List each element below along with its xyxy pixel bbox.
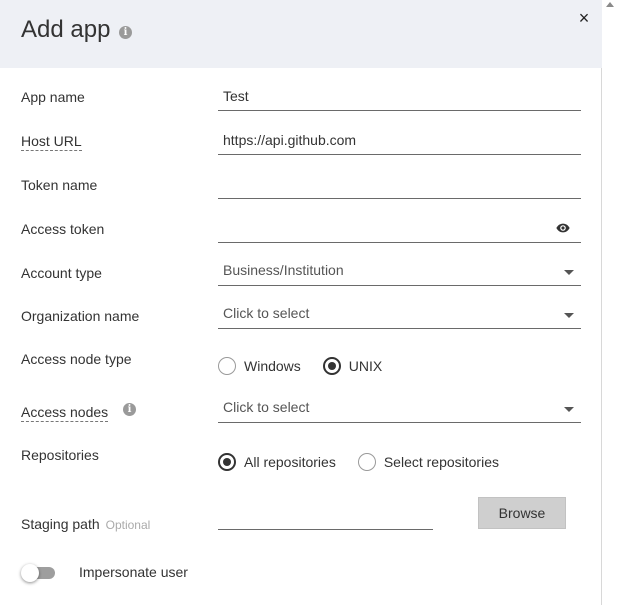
radio-select-repositories-label: Select repositories [383,454,499,470]
organization-name-select[interactable]: Click to select [218,301,581,329]
optional-hint: Optional [105,518,151,532]
chevron-down-icon [564,407,574,412]
info-icon[interactable]: i [119,26,132,39]
organization-name-value: Click to select [223,305,310,321]
toggle-knob[interactable] [21,564,39,582]
radio-windows[interactable]: Windows [218,357,301,375]
staging-path-input[interactable] [218,502,433,528]
radio-select-repositories[interactable]: Select repositories [357,453,499,471]
access-node-type-label: Access node type [21,351,132,367]
radio-unix[interactable]: UNIX [322,357,383,375]
account-type-select[interactable]: Business/Institution [218,258,581,286]
token-name-field[interactable] [218,171,581,199]
app-name-input[interactable] [218,83,581,109]
radio-unix-label: UNIX [348,358,383,374]
scroll-up-arrow-icon[interactable] [606,2,614,7]
info-icon[interactable]: i [123,403,136,416]
account-type-label: Account type [21,265,102,281]
token-name-input[interactable] [218,171,581,197]
token-name-label: Token name [21,177,98,193]
eye-icon[interactable] [556,221,570,235]
close-icon[interactable]: × [574,8,594,28]
repositories-label: Repositories [21,447,99,463]
radio-select-repositories-circle[interactable] [357,453,376,471]
staging-path-field[interactable] [218,502,433,530]
access-nodes-select[interactable]: Click to select [218,395,581,423]
app-name-field[interactable] [218,83,581,111]
add-app-dialog: Add app i × App name Host URL Token name… [0,0,602,605]
access-node-type-radio-group: Windows UNIX [218,356,404,376]
staging-path-label-text: Staging path [21,516,100,532]
access-token-label: Access token [21,221,105,237]
radio-all-repositories-label: All repositories [244,454,336,470]
browse-button[interactable]: Browse [478,497,566,529]
access-nodes-value: Click to select [223,399,310,415]
account-type-value: Business/Institution [223,262,344,278]
organization-name-label: Organization name [21,308,140,324]
scrollbar[interactable] [602,0,618,605]
host-url-label: Host URL [21,133,82,151]
access-nodes-label: Access nodes [21,404,109,422]
chevron-down-icon [564,313,574,318]
impersonate-user-label: Impersonate user [79,564,188,580]
repositories-radio-group: All repositories Select repositories [218,452,521,472]
access-token-input[interactable] [218,215,548,241]
staging-path-label: Staging path Optional [21,516,150,532]
host-url-input[interactable] [218,127,581,153]
radio-all-repositories[interactable]: All repositories [218,453,336,471]
radio-all-repositories-circle[interactable] [218,453,236,471]
access-token-field[interactable] [218,215,581,243]
dialog-title: Add app [21,16,111,43]
chevron-down-icon [564,270,574,275]
radio-windows-circle[interactable] [218,357,236,375]
impersonate-user-toggle[interactable] [21,564,55,582]
app-name-label: App name [21,89,85,105]
radio-windows-label: Windows [244,358,301,374]
host-url-field[interactable] [218,127,581,155]
dialog-header: Add app i [0,0,602,68]
radio-unix-circle[interactable] [322,357,341,375]
